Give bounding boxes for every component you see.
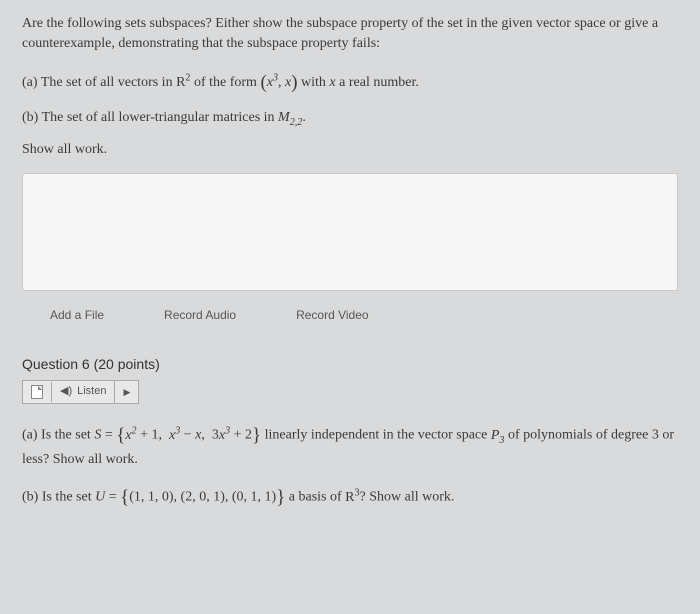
- add-file-button[interactable]: Add a File: [50, 307, 104, 324]
- listen-label: Listen: [77, 384, 106, 400]
- p2b: −: [180, 428, 195, 443]
- q5a-mid: of the form: [194, 75, 260, 90]
- lbrace2: {: [120, 487, 129, 508]
- listen-seg[interactable]: ◀) Listen: [52, 381, 115, 403]
- q5a-tail: a real number.: [339, 75, 419, 90]
- listen-bar[interactable]: ◀) Listen ▶: [22, 380, 139, 404]
- P-sub: 3: [499, 435, 504, 446]
- M-letter: M: [278, 110, 290, 125]
- q5-intro: Are the following sets subspaces? Either…: [22, 14, 678, 55]
- speaker-icon: ◀): [60, 384, 72, 400]
- vec3: (0, 1, 1): [232, 490, 276, 505]
- answer-textarea[interactable]: [22, 173, 678, 291]
- tuple-x1: x3: [267, 75, 278, 90]
- document-icon: [31, 385, 43, 399]
- q5-part-a: (a) The set of all vectors in R2 of the …: [22, 69, 678, 96]
- bb-R3: R: [345, 490, 354, 505]
- space-P3: P3: [491, 428, 505, 443]
- poly3b: x3: [219, 428, 230, 443]
- vector-space-R2: R2: [176, 75, 190, 90]
- space-R3: R3: [345, 490, 359, 505]
- vec1: (1, 1, 0): [129, 490, 173, 505]
- q6-part-b: (b) Is the set U = {(1, 1, 0), (2, 0, 1)…: [22, 484, 678, 511]
- poly2c: x: [195, 428, 201, 443]
- record-audio-button[interactable]: Record Audio: [164, 307, 236, 324]
- q5a-pre: (a) The set of all vectors in: [22, 75, 176, 90]
- q5a-post: with: [301, 75, 329, 90]
- p3c: + 2: [230, 428, 252, 443]
- q6b-mid: a basis of: [289, 490, 345, 505]
- listen-play-seg[interactable]: ▶: [115, 383, 138, 402]
- p3a: 3: [212, 428, 219, 443]
- lbrace: {: [116, 425, 125, 446]
- p1b: + 1: [137, 428, 159, 443]
- M-sub: 2,2: [290, 117, 303, 128]
- play-icon: ▶: [123, 386, 130, 399]
- matrix-space-M: M2,2: [278, 110, 302, 125]
- poly1: x2: [125, 428, 136, 443]
- q5-show-work: Show all work.: [22, 140, 678, 160]
- vec2: (2, 0, 1): [181, 490, 225, 505]
- q6b-pre: (b) Is the set: [22, 490, 95, 505]
- bb-R-sup: 2: [185, 72, 190, 83]
- q6a-mid: linearly independent in the vector space: [265, 428, 491, 443]
- set-U: U: [95, 490, 105, 505]
- q5b-period: .: [302, 110, 306, 125]
- rbrace2: }: [276, 487, 285, 508]
- tuple-sep: ,: [278, 75, 285, 90]
- q5b-pre: (b) The set of all lower-triangular matr…: [22, 110, 278, 125]
- eq2: =: [105, 490, 120, 505]
- media-toolbar: Add a File Record Audio Record Video: [22, 301, 678, 334]
- rbrace: }: [252, 425, 261, 446]
- poly2a: x3: [169, 428, 180, 443]
- rparen: ): [291, 72, 297, 93]
- q5-part-b: (b) The set of all lower-triangular matr…: [22, 108, 678, 128]
- q6a-pre: (a) Is the set: [22, 428, 94, 443]
- record-video-button[interactable]: Record Video: [296, 307, 369, 324]
- var-x: x: [329, 75, 335, 90]
- listen-doc-seg[interactable]: [23, 382, 52, 402]
- q6b-post: ? Show all work.: [360, 490, 455, 505]
- q6-header: Question 6 (20 points): [22, 354, 678, 374]
- eq1: =: [101, 428, 116, 443]
- q6-part-a: (a) Is the set S = {x2 + 1, x3 − x, 3x3 …: [22, 422, 678, 470]
